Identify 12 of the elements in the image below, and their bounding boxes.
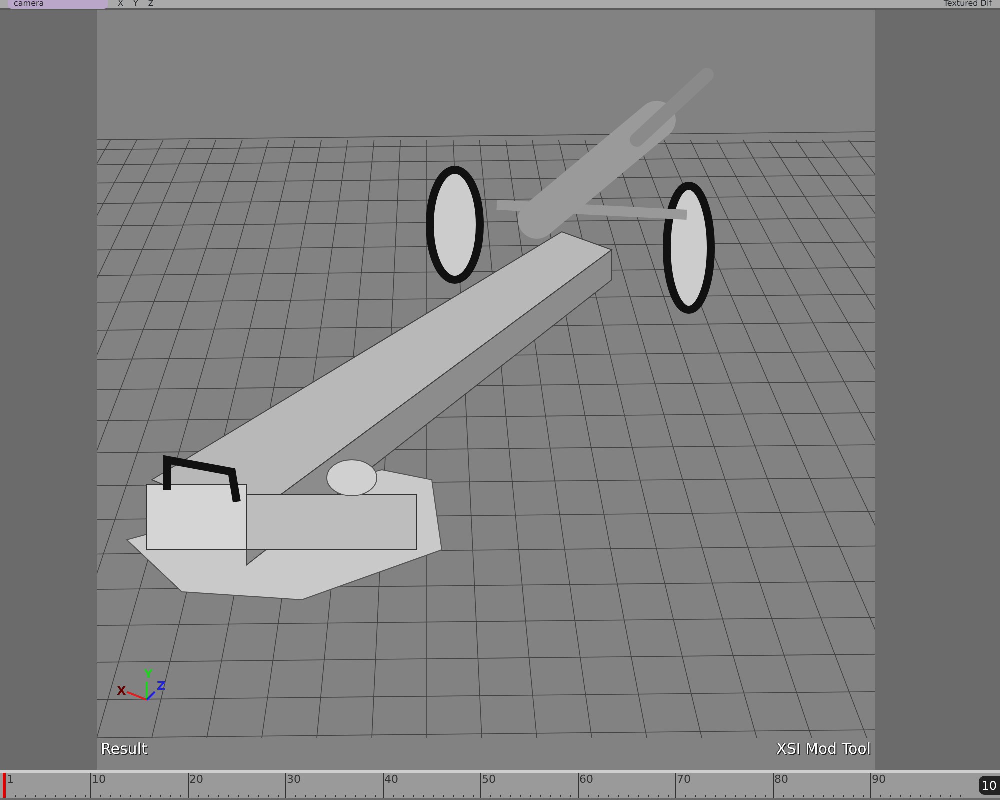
- axis-toggle[interactable]: Z: [148, 0, 154, 9]
- axis-toggle[interactable]: Y: [133, 0, 138, 9]
- end-frame-field[interactable]: 10: [978, 776, 1000, 795]
- view-dropdown[interactable]: camera: [8, 0, 108, 9]
- axis-label: Z: [157, 679, 166, 693]
- axis-label: X: [117, 684, 126, 698]
- axis-toggle[interactable]: X: [118, 0, 124, 9]
- display-mode-dropdown[interactable]: Textured Dif: [944, 0, 992, 9]
- axis-label: Y: [144, 667, 153, 681]
- viewport-label: XSI Mod Tool: [776, 739, 871, 760]
- axis-gizmo-icon: [126, 682, 156, 701]
- viewport-label: Result: [101, 739, 148, 760]
